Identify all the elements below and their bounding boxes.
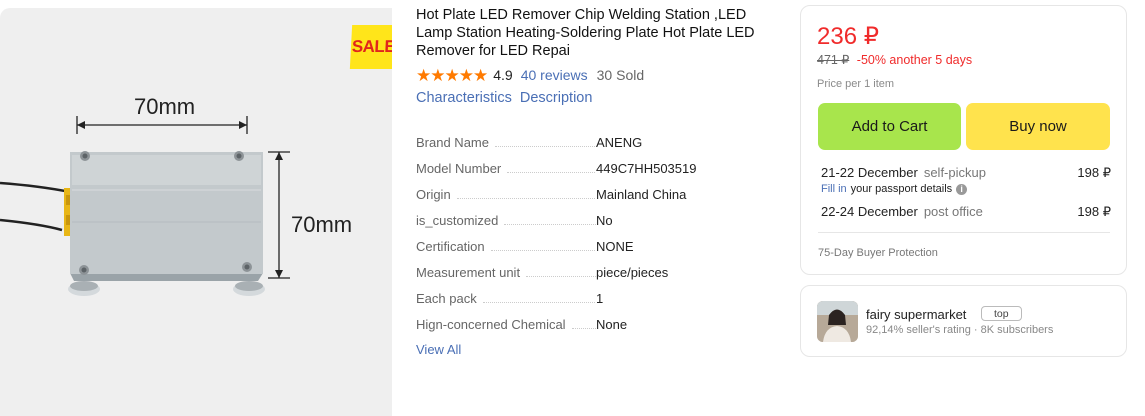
view-all-link[interactable]: View All bbox=[416, 342, 786, 357]
spec-name: Brand Name bbox=[416, 135, 596, 150]
buy-now-button[interactable]: Buy now bbox=[966, 103, 1110, 150]
spec-row: Hign-concerned Chemical None bbox=[416, 317, 786, 343]
fill-in-link[interactable]: Fill in bbox=[821, 183, 847, 195]
spec-name: Hign-concerned Chemical bbox=[416, 317, 596, 332]
star-icon: ★ bbox=[430, 65, 446, 85]
sale-badge: SALE bbox=[349, 25, 392, 69]
spec-value: None bbox=[596, 317, 628, 332]
specs-table: Brand Name ANENG Model Number 449C7HH503… bbox=[416, 135, 786, 343]
reviews-link[interactable]: 40 reviews bbox=[521, 67, 588, 83]
seller-name[interactable]: fairy supermarket bbox=[866, 307, 966, 322]
shipping-date: 21-22 December bbox=[821, 165, 918, 180]
spec-row: Measurement unit piece/pieces bbox=[416, 265, 786, 291]
spec-value: Mainland China bbox=[596, 187, 687, 202]
product-image-panel[interactable]: 70mm 70mm SALE bbox=[0, 8, 392, 416]
sold-count: 30 Sold bbox=[596, 67, 645, 83]
spec-name: Certification bbox=[416, 239, 596, 254]
shipping-method: post office bbox=[923, 204, 983, 219]
star-icon: ★ bbox=[458, 65, 474, 85]
product-title: Hot Plate LED Remover Chip Welding Stati… bbox=[416, 7, 755, 59]
rating-value: 4.9 bbox=[493, 67, 513, 83]
avatar[interactable] bbox=[817, 301, 858, 342]
tab-description[interactable]: Description bbox=[520, 90, 593, 106]
spec-value: ANENG bbox=[596, 135, 643, 150]
info-tabs: Characteristics Description bbox=[416, 90, 786, 106]
rating-stars: ★ ★ ★ ★ ★ bbox=[416, 65, 489, 85]
spec-row: Certification NONE bbox=[416, 239, 786, 265]
old-price: 471 ₽ bbox=[817, 53, 850, 67]
spec-value: No bbox=[596, 213, 613, 228]
seller-avatar-image bbox=[817, 301, 858, 342]
spec-name: is_customized bbox=[416, 213, 596, 228]
product-info: Hot Plate LED Remover Chip Welding Stati… bbox=[416, 0, 786, 357]
spec-value: piece/pieces bbox=[596, 265, 669, 280]
passport-notice: Fill in your passport details i bbox=[821, 183, 968, 195]
shipping-option-pickup[interactable]: 21-22 December self-pickup 198 ₽ bbox=[821, 165, 1111, 181]
product-image: 70mm 70mm bbox=[0, 94, 352, 296]
add-to-cart-button[interactable]: Add to Cart bbox=[818, 103, 961, 150]
rating-row: ★ ★ ★ ★ ★ 4.9 40 reviews 30 Sold bbox=[416, 65, 786, 85]
divider bbox=[818, 232, 1110, 233]
spec-value: NONE bbox=[596, 239, 634, 254]
shipping-price: 198 ₽ bbox=[1077, 204, 1111, 219]
star-icon: ★ bbox=[473, 65, 489, 85]
seller-meta: 92,14% seller's rating · 8K subscribers bbox=[866, 324, 1054, 336]
dimension-label-width: 70mm bbox=[134, 94, 195, 119]
top-badge: top bbox=[981, 306, 1022, 321]
info-icon[interactable]: i bbox=[956, 183, 968, 195]
star-icon: ★ bbox=[416, 65, 432, 85]
passport-text: your passport details bbox=[850, 183, 953, 195]
current-price: 236 ₽ bbox=[817, 23, 879, 50]
spec-name: Each pack bbox=[416, 291, 596, 306]
buy-box: 236 ₽ 471 ₽ -50% another 5 days Price pe… bbox=[800, 5, 1127, 275]
spec-name: Model Number bbox=[416, 161, 596, 176]
spec-row: is_customized No bbox=[416, 213, 786, 239]
spec-name: Origin bbox=[416, 187, 596, 202]
price-note: Price per 1 item bbox=[817, 78, 895, 90]
shipping-price: 198 ₽ bbox=[1077, 165, 1111, 180]
spec-row: Brand Name ANENG bbox=[416, 135, 786, 161]
discount-text: -50% another 5 days bbox=[856, 53, 973, 67]
star-icon: ★ bbox=[444, 65, 460, 85]
tab-characteristics[interactable]: Characteristics bbox=[416, 90, 512, 106]
spec-row: Each pack 1 bbox=[416, 291, 786, 317]
spec-row: Model Number 449C7HH503519 bbox=[416, 161, 786, 187]
buyer-protection[interactable]: 75-Day Buyer Protection bbox=[818, 247, 938, 259]
shipping-date: 22-24 December bbox=[821, 204, 918, 219]
spec-row: Origin Mainland China bbox=[416, 187, 786, 213]
spec-value: 1 bbox=[596, 291, 604, 306]
spec-value: 449C7HH503519 bbox=[596, 161, 697, 176]
spec-name: Measurement unit bbox=[416, 265, 596, 280]
price-old-row: 471 ₽ -50% another 5 days bbox=[817, 52, 972, 67]
seller-box[interactable]: fairy supermarket top 92,14% seller's ra… bbox=[800, 285, 1127, 357]
shipping-option-post[interactable]: 22-24 December post office 198 ₽ bbox=[821, 204, 1111, 220]
dimension-label-height: 70mm bbox=[291, 212, 352, 237]
shipping-method: self-pickup bbox=[923, 165, 986, 180]
